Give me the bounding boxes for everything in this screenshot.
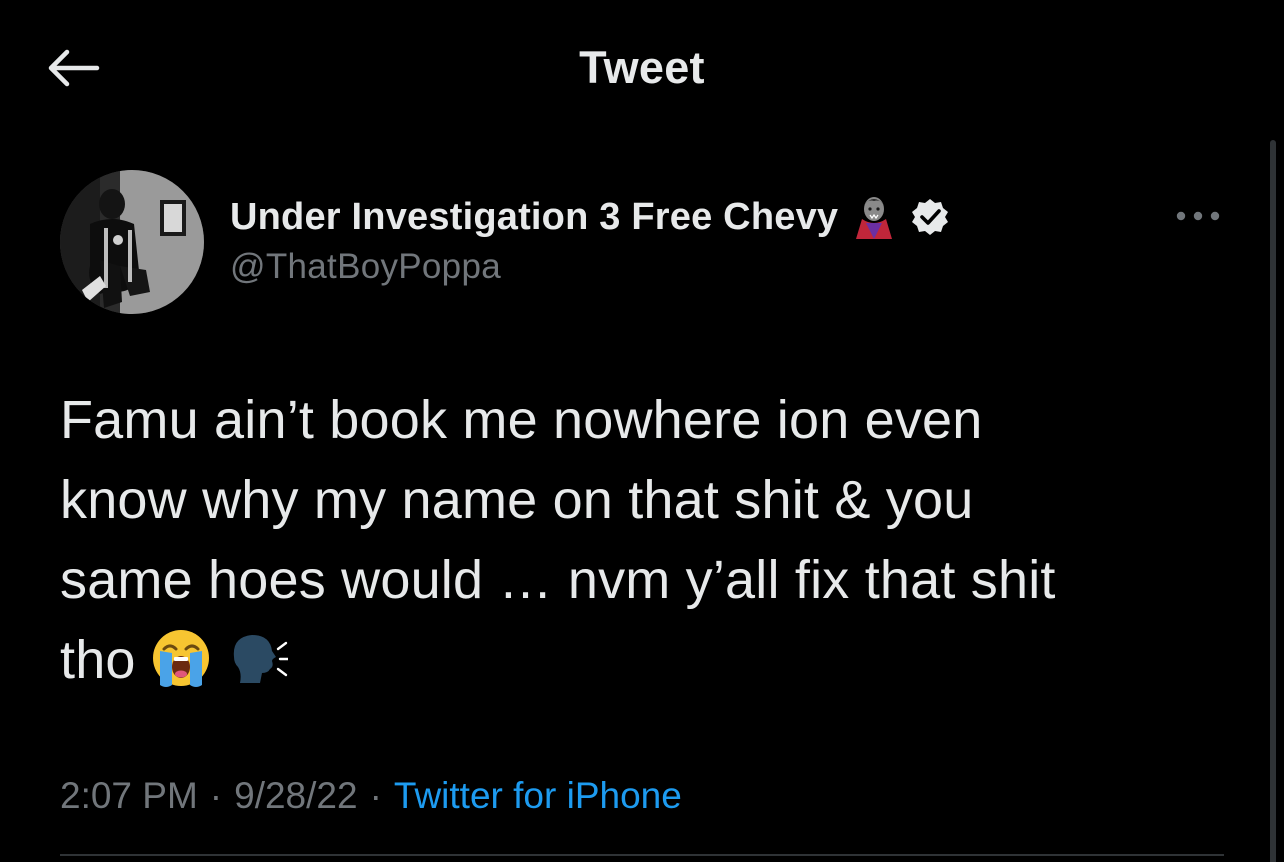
more-options-button[interactable]	[1168, 196, 1228, 236]
tweet-source-link[interactable]: Twitter for iPhone	[394, 775, 682, 817]
tweet-meta-row: 2:07 PM · 9/28/22 · Twitter for iPhone	[60, 768, 682, 824]
tweet-date[interactable]: 9/28/22	[234, 775, 357, 817]
loudly-crying-face-icon	[152, 629, 209, 687]
avatar-photo	[60, 170, 204, 314]
scrollbar[interactable]	[1270, 140, 1276, 862]
avatar[interactable]	[60, 170, 204, 314]
page-title: Tweet	[579, 42, 705, 93]
tweet-line: know why my name on that shit & you	[60, 470, 974, 530]
tweet-time[interactable]: 2:07 PM	[60, 775, 198, 817]
more-dots-icon	[1176, 211, 1220, 221]
top-bar: Tweet	[0, 0, 1284, 134]
meta-separator: ·	[209, 775, 223, 816]
author-display-name[interactable]: Under Investigation 3 Free Chevy	[230, 196, 838, 239]
tweet-line: same hoes would … nvm y’all fix that shi…	[60, 550, 1056, 610]
vampire-emoji-icon	[856, 197, 893, 239]
author-handle[interactable]: @ThatBoyPoppa	[230, 244, 501, 290]
tweet-line: tho	[60, 630, 136, 690]
tweet-line: Famu ain’t book me nowhere ion even	[60, 390, 983, 450]
divider	[60, 854, 1224, 856]
author-name-row[interactable]: Under Investigation 3 Free Chevy	[230, 192, 950, 242]
tweet-last-line: tho	[60, 620, 1200, 700]
verified-badge-icon	[912, 199, 949, 235]
tweet-text: Famu ain’t book me nowhere ion even know…	[60, 380, 1200, 700]
meta-separator: ·	[369, 775, 382, 816]
tweet-detail-screen: Tweet Under Investigation 3 Free Chevy @…	[0, 0, 1284, 862]
speaking-head-icon	[233, 634, 288, 683]
